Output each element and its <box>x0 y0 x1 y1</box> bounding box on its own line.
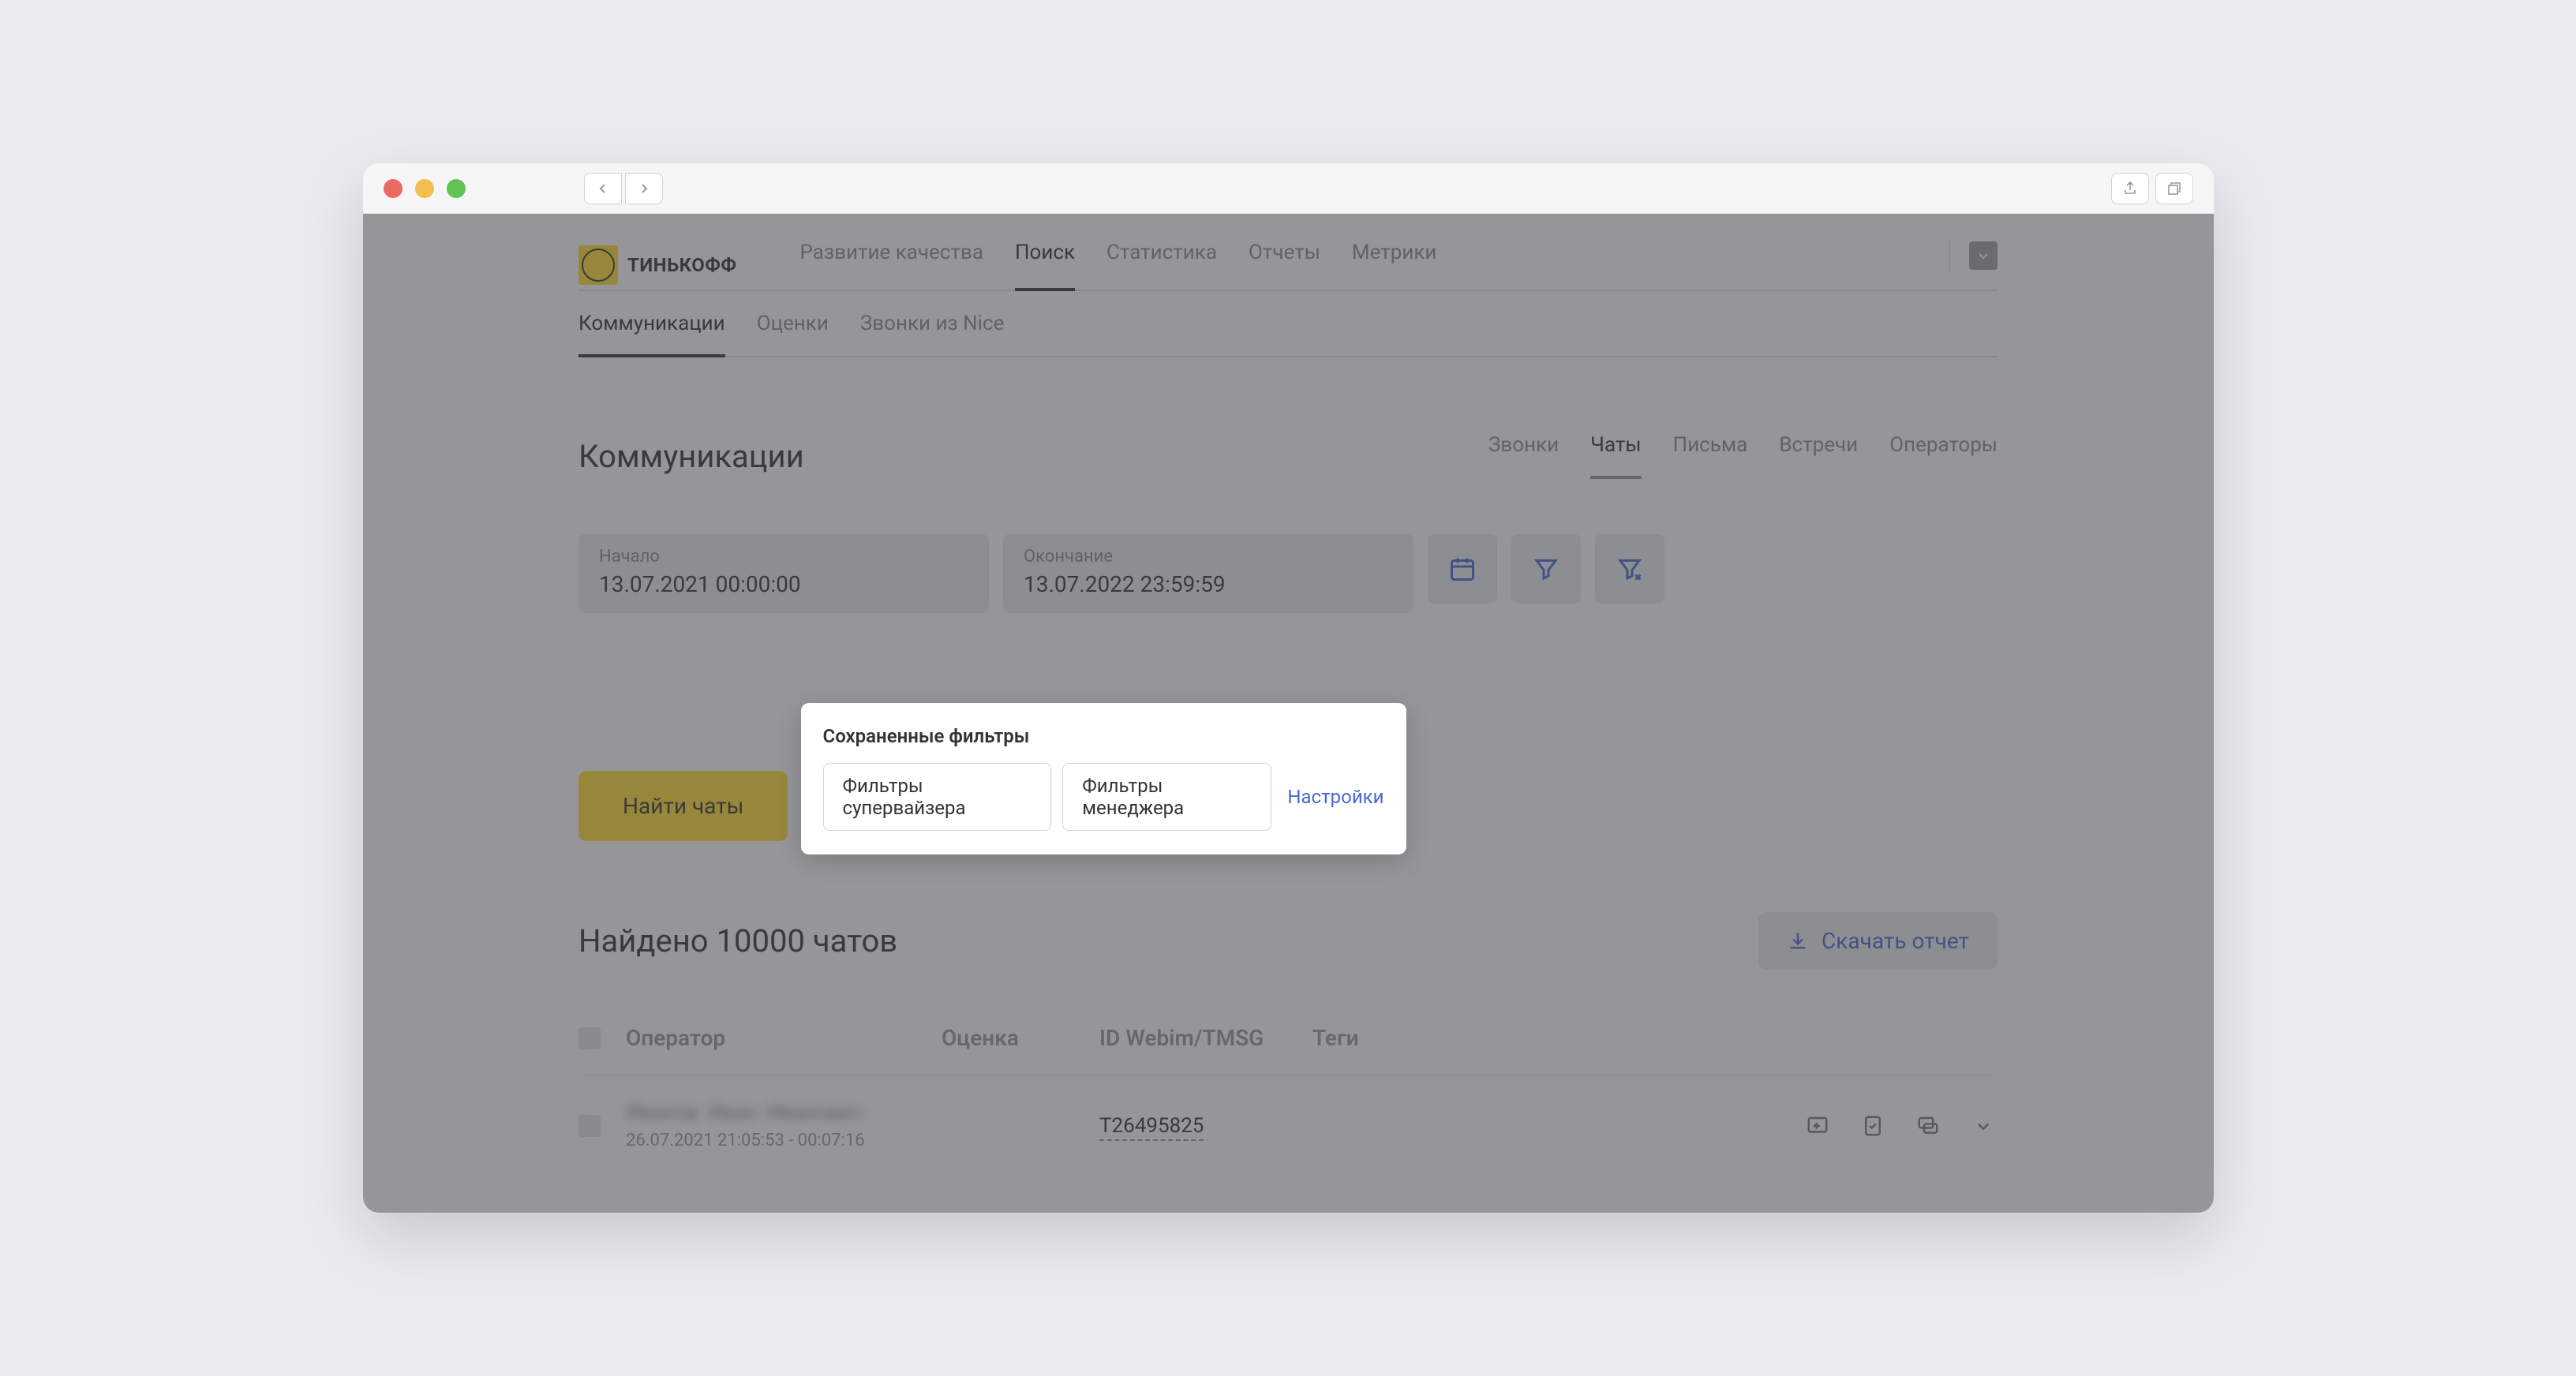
content-wrapper: ТИНЬКОФФ Развитие качества Поиск Статист… <box>363 214 2214 1213</box>
filter-settings-link[interactable]: Настройки <box>1287 786 1383 808</box>
maximize-window-button[interactable] <box>447 179 466 198</box>
filter-supervisor-chip[interactable]: Фильтры супервайзера <box>823 763 1052 831</box>
saved-filters-popup: Сохраненные фильтры Фильтры супервайзера… <box>801 703 1406 854</box>
tabs-button[interactable] <box>2155 173 2193 204</box>
nav-arrows <box>584 173 663 204</box>
titlebar-right <box>2111 173 2193 204</box>
forward-button[interactable] <box>625 173 663 204</box>
browser-window: ТИНЬКОФФ Развитие качества Поиск Статист… <box>363 163 2214 1213</box>
traffic-lights <box>384 179 466 198</box>
share-button[interactable] <box>2111 173 2149 204</box>
filter-manager-chip[interactable]: Фильтры менеджера <box>1062 763 1271 831</box>
back-button[interactable] <box>584 173 622 204</box>
close-window-button[interactable] <box>384 179 402 198</box>
titlebar <box>363 163 2214 214</box>
minimize-window-button[interactable] <box>415 179 434 198</box>
saved-filters-title: Сохраненные фильтры <box>823 725 1384 747</box>
saved-filters-row: Фильтры супервайзера Фильтры менеджера Н… <box>823 763 1384 831</box>
